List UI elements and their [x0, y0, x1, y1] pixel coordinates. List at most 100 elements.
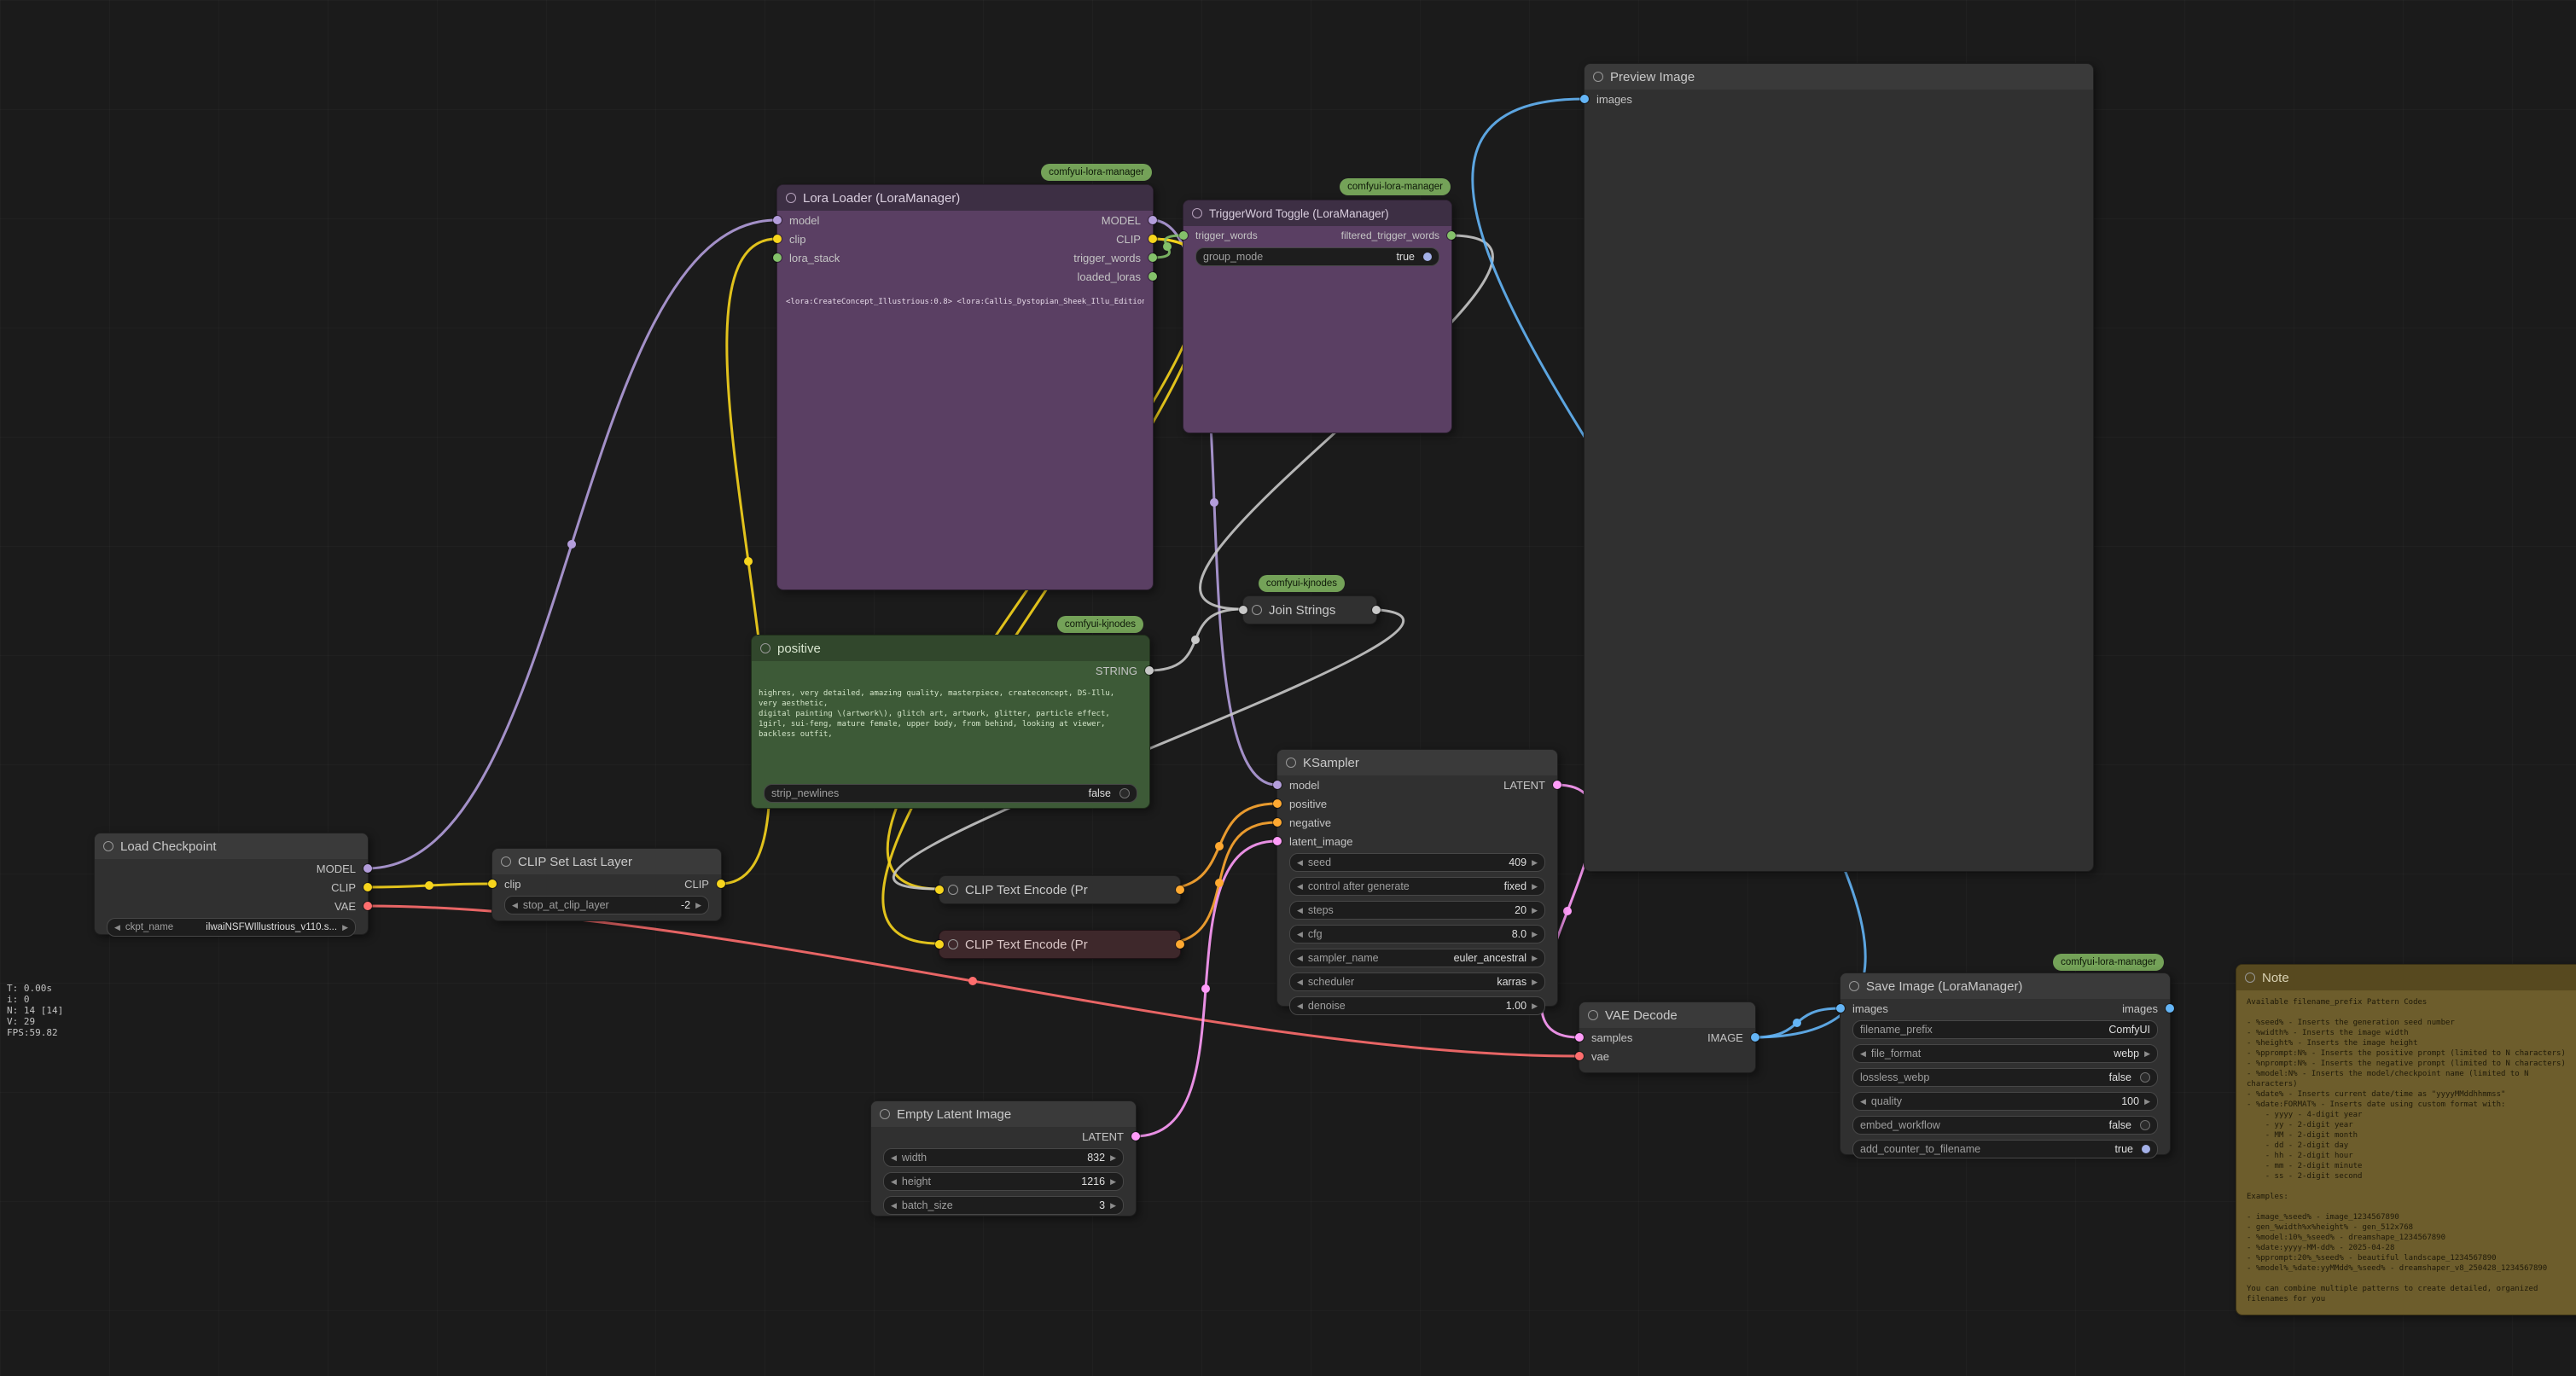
increment-arrow-icon[interactable] [695, 902, 701, 909]
decrement-arrow-icon[interactable] [1297, 859, 1303, 867]
output-slot-string[interactable] [1372, 606, 1381, 614]
output-slot-latent[interactable] [1131, 1132, 1140, 1141]
link-midpoint-dot[interactable] [567, 540, 576, 549]
link-midpoint-dot[interactable] [1215, 842, 1224, 851]
collapse-toggle-icon[interactable] [948, 939, 958, 949]
decrement-arrow-icon[interactable] [1297, 883, 1303, 891]
output-slot-trigger-words[interactable] [1148, 253, 1157, 262]
increment-arrow-icon[interactable] [1110, 1202, 1116, 1210]
decrement-arrow-icon[interactable] [1860, 1050, 1866, 1058]
node-header[interactable]: KSampler [1277, 750, 1557, 775]
decrement-arrow-icon[interactable] [1297, 978, 1303, 986]
increment-arrow-icon[interactable] [1532, 955, 1538, 962]
decrement-arrow-icon[interactable] [891, 1178, 897, 1186]
quality-widget[interactable]: quality 100 [1852, 1092, 2158, 1111]
increment-arrow-icon[interactable] [1532, 931, 1538, 938]
node-lora-loader[interactable]: Lora Loader (LoraManager) model MODEL cl… [776, 184, 1154, 590]
collapse-toggle-icon[interactable] [103, 841, 113, 851]
link-midpoint-dot[interactable] [1201, 984, 1210, 993]
node-ksampler[interactable]: KSampler model LATENT positive negative … [1276, 749, 1558, 1007]
node-save-image[interactable]: Save Image (LoraManager) images images f… [1840, 972, 2171, 1155]
output-slot-model[interactable] [1148, 216, 1157, 224]
link-midpoint-dot[interactable] [1210, 498, 1218, 507]
control-after-generate-widget[interactable]: control after generate fixed [1289, 877, 1545, 896]
node-header[interactable]: Save Image (LoraManager) [1840, 973, 2170, 999]
link-midpoint-dot[interactable] [1563, 907, 1572, 915]
collapse-toggle-icon[interactable] [1588, 1010, 1598, 1020]
increment-arrow-icon[interactable] [1532, 859, 1538, 867]
node-positive-prompt[interactable]: positive STRING highres, very detailed, … [751, 635, 1150, 809]
input-slot-clip[interactable] [935, 940, 944, 949]
link-midpoint-dot[interactable] [425, 881, 433, 890]
decrement-arrow-icon[interactable] [512, 902, 518, 909]
input-slot-images[interactable] [1836, 1004, 1845, 1013]
collapse-toggle-icon[interactable] [880, 1109, 890, 1119]
node-clip-text-encode-positive[interactable]: CLIP Text Encode (Pr [939, 875, 1181, 904]
file-format-widget[interactable]: file_format webp [1852, 1044, 2158, 1063]
collapse-toggle-icon[interactable] [1593, 72, 1603, 82]
link-midpoint-dot[interactable] [1215, 879, 1224, 887]
embed-workflow-toggle[interactable]: embed_workflow false [1852, 1116, 2158, 1135]
link-midpoint-dot[interactable] [744, 557, 753, 566]
increment-arrow-icon[interactable] [1532, 1002, 1538, 1010]
node-load-checkpoint[interactable]: Load Checkpoint MODEL CLIP VAE ckpt_name… [94, 833, 369, 935]
increment-arrow-icon[interactable] [1532, 978, 1538, 986]
collapse-toggle-icon[interactable] [501, 856, 511, 867]
input-slot-vae[interactable] [1575, 1052, 1584, 1060]
increment-arrow-icon[interactable] [2144, 1098, 2150, 1106]
input-slot-negative[interactable] [1273, 818, 1282, 827]
denoise-widget[interactable]: denoise 1.00 [1289, 996, 1545, 1015]
collapse-toggle-icon[interactable] [1192, 208, 1202, 218]
width-widget[interactable]: width 832 [883, 1148, 1124, 1167]
link-midpoint-dot[interactable] [968, 977, 977, 985]
lossless-webp-toggle[interactable]: lossless_webp false [1852, 1068, 2158, 1087]
output-slot-conditioning[interactable] [1176, 885, 1184, 894]
decrement-arrow-icon[interactable] [1297, 1002, 1303, 1010]
collapse-toggle-icon[interactable] [760, 643, 770, 653]
output-slot-clip[interactable] [363, 883, 372, 891]
output-slot-clip[interactable] [1148, 235, 1157, 243]
output-slot-conditioning[interactable] [1176, 940, 1184, 949]
increment-arrow-icon[interactable] [342, 924, 348, 932]
node-clip-set-last-layer[interactable]: CLIP Set Last Layer clip CLIP stop_at_cl… [491, 848, 722, 921]
sampler-name-widget[interactable]: sampler_name euler_ancestral [1289, 949, 1545, 967]
node-graph-canvas[interactable]: T: 0.00s i: 0 N: 14 [14] V: 29 FPS:59.82… [0, 0, 2576, 1376]
group-mode-toggle[interactable]: group_mode true [1195, 247, 1439, 266]
node-header[interactable]: CLIP Set Last Layer [492, 849, 721, 874]
output-slot-images[interactable] [2166, 1004, 2174, 1013]
height-widget[interactable]: height 1216 [883, 1172, 1124, 1191]
node-header[interactable]: Lora Loader (LoraManager) [777, 185, 1153, 211]
input-slot-model[interactable] [1273, 781, 1282, 789]
node-triggerword-toggle[interactable]: TriggerWord Toggle (LoraManager) trigger… [1183, 200, 1452, 433]
increment-arrow-icon[interactable] [1532, 907, 1538, 914]
node-header[interactable]: Preview Image [1585, 64, 2093, 90]
filename-prefix-widget[interactable]: filename_prefix ComfyUI [1852, 1020, 2158, 1039]
output-slot-model[interactable] [363, 864, 372, 873]
stop-at-clip-layer-widget[interactable]: stop_at_clip_layer -2 [504, 896, 709, 914]
node-preview-image[interactable]: Preview Image images [1584, 63, 2094, 872]
link-midpoint-dot[interactable] [1163, 242, 1172, 251]
decrement-arrow-icon[interactable] [1297, 955, 1303, 962]
increment-arrow-icon[interactable] [2144, 1050, 2150, 1058]
link-midpoint-dot[interactable] [1191, 636, 1200, 644]
input-slot-trigger-words[interactable] [1179, 231, 1188, 240]
decrement-arrow-icon[interactable] [1297, 931, 1303, 938]
strip-newlines-toggle[interactable]: strip_newlines false [764, 784, 1137, 803]
input-slot-clip[interactable] [488, 880, 497, 888]
node-join-strings[interactable]: Join Strings [1242, 595, 1377, 624]
cfg-widget[interactable]: cfg 8.0 [1289, 925, 1545, 943]
input-slot-clip[interactable] [935, 885, 944, 894]
collapse-toggle-icon[interactable] [1286, 758, 1296, 768]
input-slot-clip[interactable] [773, 235, 782, 243]
ckpt-name-widget[interactable]: ckpt_name ilwaiNSFWIllustrious_v110.s... [107, 918, 356, 937]
scheduler-widget[interactable]: scheduler karras [1289, 972, 1545, 991]
node-note[interactable]: Note Available filename_prefix Pattern C… [2236, 964, 2576, 1315]
input-slot-lora-stack[interactable] [773, 253, 782, 262]
node-header[interactable]: positive [752, 636, 1149, 661]
node-clip-text-encode-negative[interactable]: CLIP Text Encode (Pr [939, 930, 1181, 959]
decrement-arrow-icon[interactable] [1297, 907, 1303, 914]
node-header[interactable]: Note [2236, 965, 2576, 990]
node-vae-decode[interactable]: VAE Decode samples IMAGE vae [1579, 1002, 1756, 1073]
increment-arrow-icon[interactable] [1110, 1154, 1116, 1162]
output-slot-vae[interactable] [363, 902, 372, 910]
